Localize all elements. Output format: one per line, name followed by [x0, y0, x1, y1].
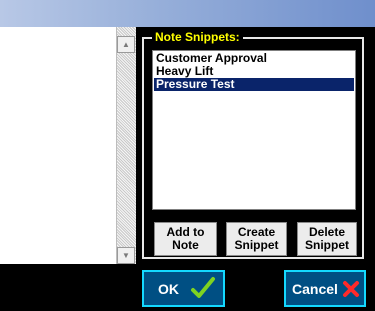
note-snippets-legend: Note Snippets: [152, 31, 243, 44]
bottom-strip [0, 264, 136, 311]
notes-scrollbar[interactable] [116, 27, 136, 264]
cancel-button[interactable]: Cancel [284, 270, 366, 307]
delete-snippet-button[interactable]: Delete Snippet [297, 222, 357, 256]
ok-button[interactable]: OK [142, 270, 225, 307]
scroll-down-arrow-icon[interactable]: ▼ [117, 247, 135, 264]
x-icon [342, 280, 360, 301]
create-snippet-label-line2: Snippet [234, 238, 279, 252]
scroll-up-arrow-icon[interactable]: ▲ [117, 36, 135, 53]
cancel-label: Cancel [292, 281, 338, 297]
delete-snippet-label-line2: Snippet [305, 238, 349, 252]
create-snippet-button[interactable]: Create Snippet [226, 222, 287, 256]
ok-label: OK [158, 281, 179, 297]
window-titlebar[interactable] [0, 0, 375, 27]
add-to-note-label-line2: Note [172, 238, 199, 252]
snippet-item-pressure-test[interactable]: Pressure Test [154, 78, 354, 91]
snippets-listbox[interactable]: Customer Approval Heavy Lift Pressure Te… [152, 50, 356, 210]
check-icon [190, 275, 216, 304]
add-to-note-button[interactable]: Add to Note [154, 222, 217, 256]
